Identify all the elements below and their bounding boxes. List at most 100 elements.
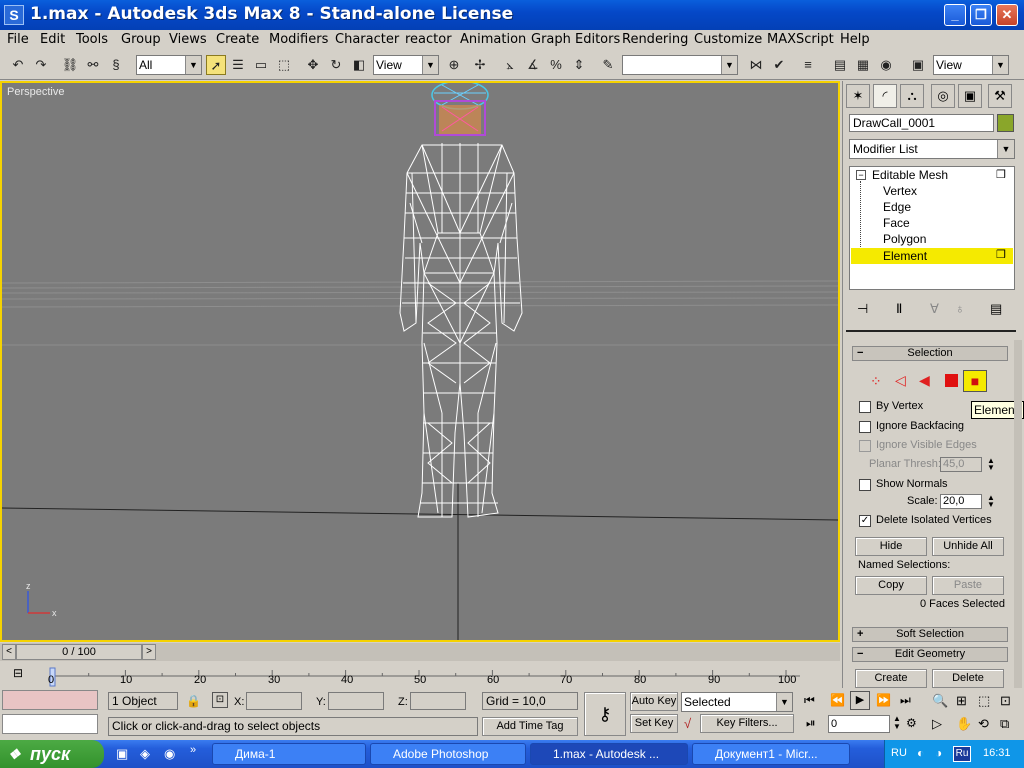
unlink-icon[interactable]: ⚯: [83, 55, 103, 75]
menu-rendering[interactable]: Rendering: [622, 32, 688, 47]
language-indicator[interactable]: RU: [891, 747, 907, 759]
bind-space-warp-icon[interactable]: §: [106, 55, 126, 75]
paste-button[interactable]: Paste: [932, 576, 1004, 595]
display-tab-icon[interactable]: ▣: [958, 84, 982, 108]
go-to-start-icon[interactable]: ⏮: [804, 693, 815, 708]
menu-group[interactable]: Group: [121, 32, 161, 47]
time-slider-prev-icon[interactable]: <: [2, 644, 16, 660]
play-icon[interactable]: ▶: [850, 691, 870, 710]
pin-stack-icon[interactable]: ⊣: [857, 301, 868, 317]
scale-spinner[interactable]: 20,0: [940, 494, 982, 509]
perspective-viewport[interactable]: Perspective z x: [0, 81, 840, 642]
menu-modifiers[interactable]: Modifiers: [269, 32, 328, 47]
edge-subobject-icon[interactable]: ◁: [895, 372, 906, 389]
quicklaunch-icon[interactable]: ◈: [140, 746, 150, 762]
planar-thresh-spinner[interactable]: 45,0: [940, 457, 982, 472]
stack-item-edge[interactable]: Edge: [883, 200, 911, 214]
ignore-backfacing-checkbox[interactable]: [859, 421, 871, 433]
select-and-rotate-icon[interactable]: ↻: [326, 55, 346, 75]
menu-create[interactable]: Create: [216, 32, 259, 47]
collapse-icon[interactable]: −: [856, 170, 866, 180]
absolute-mode-icon[interactable]: ⊡: [212, 692, 228, 708]
time-slider[interactable]: < 0 / 100 >: [0, 643, 840, 661]
select-and-link-icon[interactable]: ⛓: [60, 55, 80, 75]
menu-views[interactable]: Views: [169, 32, 207, 47]
modifier-list-dropdown[interactable]: Modifier List ▼: [849, 139, 1015, 159]
arc-rotate-icon[interactable]: ⟲: [978, 716, 989, 732]
selection-rollout-header[interactable]: − Selection: [852, 346, 1008, 361]
rectangular-selection-icon[interactable]: ▭: [251, 55, 271, 75]
zoom-icon[interactable]: 🔍: [932, 693, 948, 709]
menu-animation[interactable]: Animation: [460, 32, 526, 47]
key-mode-dropdown[interactable]: Selected ▼: [681, 692, 793, 712]
modifier-stack[interactable]: − Editable Mesh ❒ Vertex Edge Face Polyg…: [849, 166, 1015, 290]
stack-item-element-highlight[interactable]: Element ❒: [851, 248, 1013, 264]
spinner-arrows-icon[interactable]: ▲ ▼: [893, 715, 901, 731]
undo-icon[interactable]: ↶: [8, 55, 28, 75]
edit-geometry-rollout-header[interactable]: − Edit Geometry: [852, 647, 1008, 662]
previous-frame-icon[interactable]: ⏪: [830, 693, 845, 707]
taskbar-item[interactable]: Документ1 - Micr...: [692, 743, 850, 765]
spinner-arrows-icon[interactable]: ▲ ▼: [987, 494, 995, 509]
taskbar-item[interactable]: Adobe Photoshop: [370, 743, 526, 765]
menu-character[interactable]: Character: [335, 32, 399, 47]
x-coordinate-field[interactable]: [246, 692, 302, 710]
spinner-snap-icon[interactable]: ⇕: [569, 55, 589, 75]
hierarchy-tab-icon[interactable]: ⛬: [900, 84, 924, 108]
vertex-subobject-icon[interactable]: ⁘: [870, 373, 882, 390]
language-bar-icon[interactable]: Ru: [953, 746, 971, 762]
app-icon[interactable]: S: [4, 5, 24, 25]
element-subobject-icon[interactable]: ■: [963, 370, 987, 392]
render-scene-icon[interactable]: ▣: [908, 55, 928, 75]
z-coordinate-field[interactable]: [410, 692, 466, 710]
taskbar-item-active[interactable]: 1.max - Autodesk ...: [530, 743, 688, 765]
make-unique-icon[interactable]: ∀: [930, 301, 939, 317]
redo-icon[interactable]: ↷: [31, 55, 51, 75]
menu-maxscript[interactable]: MAXScript: [767, 32, 834, 47]
spinner-arrows-icon[interactable]: ▲ ▼: [987, 457, 995, 472]
restore-button[interactable]: ❐: [970, 4, 992, 26]
delete-button[interactable]: Delete: [932, 669, 1004, 688]
unhide-all-button[interactable]: Unhide All: [932, 537, 1004, 556]
motion-tab-icon[interactable]: ◎: [931, 84, 955, 108]
window-crossing-icon[interactable]: ⬚: [274, 55, 294, 75]
show-end-result-icon[interactable]: Ⅱ: [896, 301, 902, 317]
object-color-swatch[interactable]: [997, 114, 1014, 132]
snaps-toggle-icon[interactable]: ⦛: [500, 55, 520, 75]
menu-file[interactable]: File: [7, 32, 29, 47]
selection-filter-dropdown[interactable]: All ▼: [136, 55, 202, 75]
close-button[interactable]: ✕: [996, 4, 1018, 26]
track-bar[interactable]: ⊟ 0 10 20 30 40 50 60 70 80 90 100: [0, 662, 840, 688]
menu-help[interactable]: Help: [840, 32, 870, 47]
manipulate-icon[interactable]: ✢: [470, 55, 490, 75]
angle-snap-icon[interactable]: ∡: [523, 55, 543, 75]
y-coordinate-field[interactable]: [328, 692, 384, 710]
select-and-scale-icon[interactable]: ◧: [349, 55, 369, 75]
stack-item-face[interactable]: Face: [883, 216, 910, 230]
ignore-visible-edges-checkbox[interactable]: [859, 440, 871, 452]
quicklaunch-icon[interactable]: ◉: [164, 746, 175, 762]
maxscript-input[interactable]: [2, 714, 98, 734]
copy-button[interactable]: Copy: [855, 576, 927, 595]
percent-snap-icon[interactable]: %: [546, 55, 566, 75]
polygon-subobject-icon[interactable]: [945, 374, 958, 387]
time-configuration-icon[interactable]: ⚙: [906, 716, 917, 730]
maximize-viewport-icon[interactable]: ⧉: [1000, 716, 1009, 732]
tray-icon[interactable]: ◑: [935, 746, 942, 760]
field-of-view-icon[interactable]: ▷: [932, 716, 942, 732]
quicklaunch-icon[interactable]: ▣: [116, 746, 128, 762]
curve-editor-icon[interactable]: ▤: [830, 55, 850, 75]
next-frame-icon[interactable]: ⏩: [876, 693, 891, 707]
key-filter-graph-icon[interactable]: √: [684, 716, 691, 731]
create-button[interactable]: Create: [855, 669, 927, 688]
stack-root-label[interactable]: Editable Mesh: [872, 168, 948, 182]
lock-icon[interactable]: 🔒: [186, 694, 201, 708]
configure-sets-icon[interactable]: ▤: [990, 301, 1002, 317]
current-frame-field[interactable]: 0: [828, 715, 890, 733]
maxscript-listener-mini[interactable]: [2, 690, 98, 710]
named-selection-dropdown[interactable]: ▼: [622, 55, 738, 75]
key-filters-button[interactable]: Key Filters...: [700, 714, 794, 733]
layer-manager-icon[interactable]: ≡: [798, 55, 818, 75]
select-by-name-icon[interactable]: ☰: [228, 55, 248, 75]
hide-button[interactable]: Hide: [855, 537, 927, 556]
